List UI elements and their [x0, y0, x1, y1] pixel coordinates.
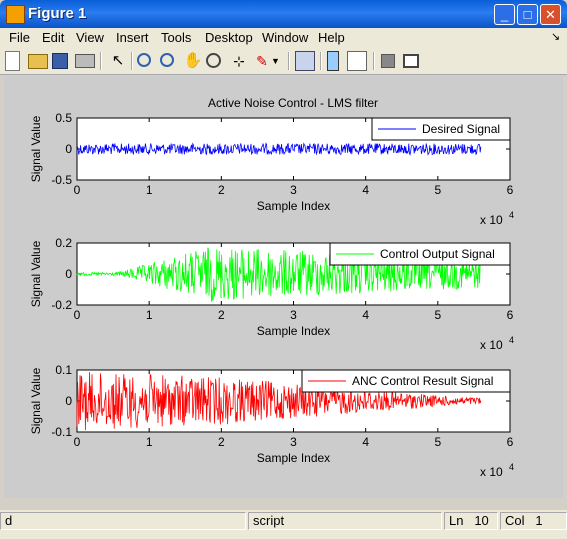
x-tick-label: 6 — [507, 308, 514, 322]
toolbar: ↖ ✋ ⊹ ✎ ▼ — [0, 48, 567, 75]
x-tick-label: 5 — [434, 308, 441, 322]
y-tick-label: 0.2 — [55, 236, 72, 250]
x-exponent-label: x 10 — [480, 338, 503, 352]
status-col: Col 1 — [500, 512, 567, 530]
title-bar: Figure 1 _ □ ✕ — [0, 0, 567, 28]
print-icon[interactable] — [75, 54, 95, 68]
close-button[interactable]: ✕ — [540, 4, 561, 25]
open-file-icon[interactable] — [28, 54, 48, 69]
status-col-label: Col — [505, 513, 525, 528]
x-axis-label: Sample Index — [257, 199, 330, 213]
x-exponent-power: 4 — [509, 462, 514, 472]
link-plot-icon[interactable] — [295, 51, 315, 71]
x-axis-label: Sample Index — [257, 451, 330, 465]
y-tick-label: -0.5 — [51, 173, 72, 187]
legend-icon[interactable] — [347, 51, 367, 71]
x-axis-label: Sample Index — [257, 324, 330, 338]
zoom-out-icon[interactable] — [160, 53, 174, 67]
menu-window[interactable]: Window — [262, 30, 308, 45]
figure-title: Active Noise Control - LMS filter — [208, 96, 378, 110]
menu-file[interactable]: File — [9, 30, 30, 45]
menu-tools[interactable]: Tools — [161, 30, 191, 45]
pan-hand-icon[interactable]: ✋ — [183, 51, 203, 71]
menu-edit[interactable]: Edit — [42, 30, 64, 45]
zoom-in-icon[interactable] — [137, 53, 151, 67]
y-axis-label: Signal Value — [29, 240, 43, 307]
x-tick-label: 4 — [362, 183, 369, 197]
x-tick-label: 4 — [362, 308, 369, 322]
x-exponent-label: x 10 — [480, 213, 503, 227]
menu-bar: File Edit View Insert Tools Desktop Wind… — [0, 28, 567, 48]
figure-canvas: Active Noise Control - LMS filter 0 1 2 3 4 5… — [4, 76, 563, 498]
rotate-3d-icon[interactable] — [206, 53, 221, 68]
maximize-button[interactable]: □ — [517, 4, 538, 25]
x-tick-label: 2 — [218, 435, 225, 449]
figure-svg: Active Noise Control - LMS filter 0 1 2 3 4 5… — [29, 96, 514, 479]
y-axis-label: Signal Value — [29, 115, 43, 182]
edit-plot-arrow-icon[interactable]: ↖ — [108, 51, 128, 71]
new-figure-icon[interactable] — [5, 51, 20, 71]
menu-help[interactable]: Help — [318, 30, 345, 45]
y-tick-label: 0 — [65, 267, 72, 281]
x-tick-label: 4 — [362, 435, 369, 449]
x-exponent-power: 4 — [509, 210, 514, 220]
status-bar: d script Ln 10 Col 1 — [0, 510, 567, 539]
status-left: d — [0, 512, 246, 530]
x-tick-label: 3 — [290, 308, 297, 322]
y-tick-label: 0 — [65, 394, 72, 408]
x-tick-label: 0 — [74, 308, 81, 322]
x-exponent-label: x 10 — [480, 465, 503, 479]
window-title: Figure 1 — [28, 5, 87, 22]
x-tick-label: 1 — [146, 308, 153, 322]
x-tick-label: 5 — [434, 435, 441, 449]
x-tick-label: 6 — [507, 435, 514, 449]
x-tick-label: 2 — [218, 308, 225, 322]
y-tick-label: 0.1 — [55, 363, 72, 377]
menu-dock-arrow-icon[interactable]: ↘ — [551, 30, 560, 43]
x-tick-label: 5 — [434, 183, 441, 197]
status-mode: script — [248, 512, 442, 530]
x-tick-label: 0 — [74, 183, 81, 197]
show-plot-tools-icon[interactable] — [403, 54, 419, 68]
status-ln-value: 10 — [474, 513, 489, 528]
menu-desktop[interactable]: Desktop — [205, 30, 253, 45]
y-tick-label: -0.2 — [51, 298, 72, 312]
data-cursor-icon[interactable]: ⊹ — [229, 51, 249, 71]
colorbar-icon[interactable] — [327, 51, 339, 71]
x-tick-label: 0 — [74, 435, 81, 449]
x-tick-label: 3 — [290, 435, 297, 449]
legend-label: Desired Signal — [422, 122, 500, 136]
y-tick-label: 0 — [65, 142, 72, 156]
hide-plot-tools-icon[interactable] — [381, 54, 395, 68]
menu-view[interactable]: View — [76, 30, 104, 45]
status-ln-label: Ln — [449, 513, 464, 528]
minimize-button[interactable]: _ — [494, 4, 515, 25]
x-tick-label: 6 — [507, 183, 514, 197]
x-tick-label: 1 — [146, 435, 153, 449]
y-axis-label: Signal Value — [29, 367, 43, 434]
x-tick-label: 1 — [146, 183, 153, 197]
x-exponent-power: 4 — [509, 335, 514, 345]
legend-label: Control Output Signal — [380, 247, 495, 261]
matlab-icon — [6, 5, 25, 24]
y-tick-label: -0.1 — [51, 425, 72, 439]
x-tick-label: 2 — [218, 183, 225, 197]
y-tick-label: 0.5 — [55, 111, 72, 125]
x-tick-label: 3 — [290, 183, 297, 197]
menu-insert[interactable]: Insert — [116, 30, 149, 45]
status-line: Ln 10 — [444, 512, 498, 530]
brush-dropdown-icon[interactable]: ▼ — [271, 51, 281, 71]
save-icon[interactable] — [52, 53, 68, 69]
status-col-value: 1 — [535, 513, 543, 528]
legend-label: ANC Control Result Signal — [352, 374, 493, 388]
brush-icon[interactable]: ✎ — [252, 51, 272, 71]
